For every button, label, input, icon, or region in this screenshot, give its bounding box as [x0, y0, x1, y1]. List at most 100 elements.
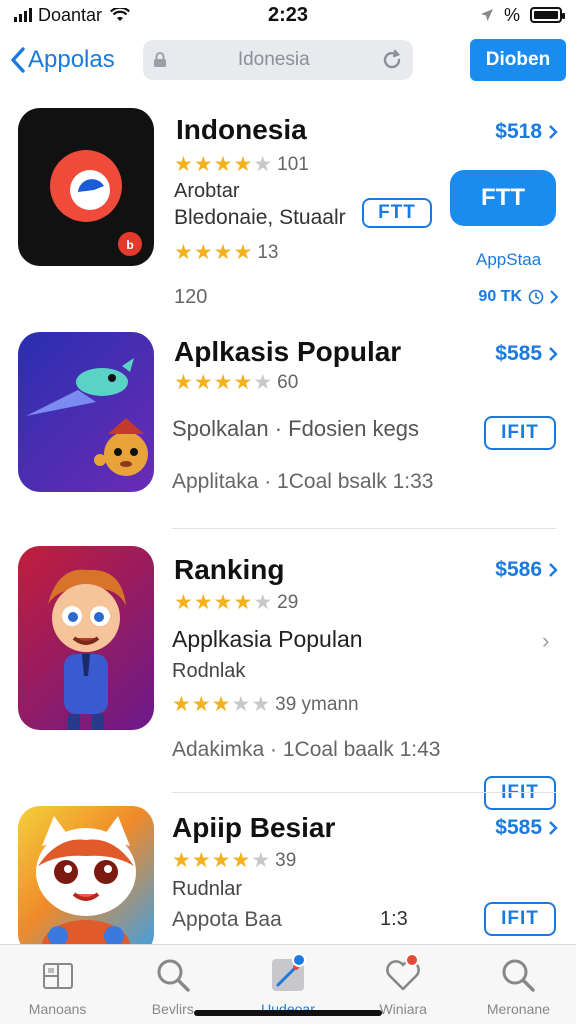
back-label: Appolas — [28, 46, 115, 73]
app-icon[interactable]: b — [18, 108, 154, 266]
price-link[interactable]: $586 — [495, 558, 558, 582]
app-meta: Applitaka · 1Coal bsalk 1:33 — [172, 470, 434, 493]
get-button[interactable]: FTT — [362, 198, 432, 228]
side-meta-label: 90 TK — [478, 288, 522, 305]
star-icon: ★ — [253, 591, 273, 614]
rating-count: 101 — [277, 153, 309, 175]
app-icon[interactable] — [18, 546, 154, 730]
signal-icon — [14, 8, 32, 22]
rating-stars-secondary: ★ ★ ★ ★ 13 — [174, 240, 278, 265]
rating-count: 13 — [257, 241, 279, 263]
price-link[interactable]: $518 — [495, 120, 558, 144]
app-icon[interactable] — [18, 806, 154, 944]
price-label: $585 — [495, 342, 542, 365]
star-icon: ★ — [213, 241, 233, 264]
tab-alert-badge — [404, 953, 419, 967]
price-link[interactable]: $585 — [495, 342, 558, 366]
app-title[interactable]: Indonesia — [176, 114, 307, 146]
chevron-right-icon — [550, 290, 558, 304]
tab-label: Bevlirs — [151, 1001, 194, 1017]
nav-action-button[interactable]: Dioben — [470, 39, 566, 81]
tab-notification-badge — [291, 953, 306, 967]
chevron-right-icon[interactable]: › — [542, 628, 549, 654]
star-icon: ★ — [211, 849, 231, 872]
star-icon: ★ — [251, 693, 271, 716]
star-icon: ★ — [253, 153, 273, 176]
rating-count: 39 — [275, 849, 297, 871]
rating-stars: ★ ★ ★ ★ ★ 39 — [172, 848, 296, 873]
tab-label: Meronane — [486, 1001, 550, 1017]
rating-count: 39 ymann — [275, 693, 359, 715]
app-row[interactable]: Apiip Besiar ★ ★ ★ ★ ★ 39 Rudnlar Appota Baa… — [0, 802, 576, 944]
star-icon: ★ — [233, 591, 253, 614]
star-icon: ★ — [191, 693, 211, 716]
star-icon: ★ — [174, 591, 193, 614]
home-indicator — [194, 1010, 382, 1016]
rating-stars: ★ ★ ★ ★ ★ 60 — [174, 370, 298, 395]
search-input[interactable] — [166, 49, 381, 71]
wifi-icon — [110, 8, 131, 21]
chevron-right-icon — [549, 563, 558, 577]
app-title[interactable]: Aplkasis Popular — [174, 336, 401, 368]
tab-label: Manoans — [28, 1001, 87, 1017]
search-icon — [498, 955, 538, 995]
app-developer: Rodnlak — [172, 660, 246, 682]
tab-today[interactable]: Manoans — [0, 945, 115, 1024]
app-character-icon — [48, 569, 126, 730]
app-character-icon — [36, 816, 136, 944]
rating-count: 29 — [277, 591, 299, 613]
status-bar: Doantar 2:23 % — [0, 0, 576, 30]
app-row[interactable]: Aplkasis Popular ★ ★ ★ ★ ★ 60 Spolkalan · Fd… — [0, 328, 576, 528]
star-icon: ★ — [172, 693, 191, 716]
rating-count: 60 — [277, 371, 299, 393]
app-logo-icon: b — [50, 150, 142, 256]
side-meta-link[interactable]: 90 TK — [478, 288, 558, 306]
app-row[interactable]: Ranking ★ ★ ★ ★ ★ 29 Applkasia Populan › Rod… — [0, 542, 576, 810]
price-link[interactable]: $585 — [495, 816, 558, 840]
lock-icon — [153, 52, 166, 67]
tab-search[interactable]: Meronane — [461, 945, 576, 1024]
get-button[interactable]: IFIT — [484, 416, 556, 450]
app-icon[interactable] — [18, 332, 154, 492]
app-title[interactable]: Apiip Besiar — [172, 812, 335, 844]
star-icon: ★ — [213, 591, 233, 614]
chevron-right-icon — [549, 821, 558, 835]
star-icon: ★ — [231, 693, 251, 716]
app-list: b Indonesia ★ ★ ★ ★ ★ 101 Arobtar Bledonaie,… — [0, 92, 576, 944]
tab-label: Winiara — [379, 1001, 427, 1017]
star-icon: ★ — [233, 371, 253, 394]
location-icon — [480, 9, 493, 21]
get-button[interactable]: IFIT — [484, 902, 556, 936]
app-subtitle: Spolkalan · Fdosien kegs — [172, 416, 420, 441]
star-icon: ★ — [211, 693, 231, 716]
star-icon: ★ — [193, 241, 213, 264]
primary-get-button[interactable]: FTT — [450, 170, 556, 226]
rating-stars: ★ ★ ★ ★ ★ 29 — [174, 590, 298, 615]
chevron-right-icon — [549, 347, 558, 361]
carrier-name: Doantar — [38, 4, 103, 25]
nav-bar: Appolas Dioben — [0, 30, 576, 90]
app-title[interactable]: Ranking — [174, 554, 284, 586]
price-label: $518 — [495, 120, 542, 143]
app-subtitle: Applkasia Populan — [172, 626, 363, 652]
reload-icon[interactable] — [381, 49, 403, 71]
app-meta-time: 1:3 — [380, 908, 408, 930]
star-icon: ★ — [191, 849, 211, 872]
star-icon: ★ — [174, 371, 193, 394]
star-icon: ★ — [233, 153, 253, 176]
row-divider — [172, 792, 556, 793]
search-bar[interactable] — [142, 40, 413, 80]
clock-icon — [528, 289, 544, 305]
app-row[interactable]: b Indonesia ★ ★ ★ ★ ★ 101 Arobtar Bledonaie,… — [0, 92, 576, 322]
star-icon: ★ — [233, 241, 253, 264]
back-button[interactable]: Appolas — [10, 46, 115, 74]
star-icon: ★ — [174, 153, 193, 176]
search-icon — [153, 955, 193, 995]
today-icon — [38, 955, 78, 995]
star-icon: ★ — [193, 371, 213, 394]
app-developer: Rudnlar — [172, 878, 243, 900]
price-label: $585 — [495, 816, 542, 839]
app-developer: Bledonaie, Stuaalr — [174, 206, 346, 229]
row-divider — [172, 528, 556, 529]
battery-percent: % — [503, 4, 520, 25]
